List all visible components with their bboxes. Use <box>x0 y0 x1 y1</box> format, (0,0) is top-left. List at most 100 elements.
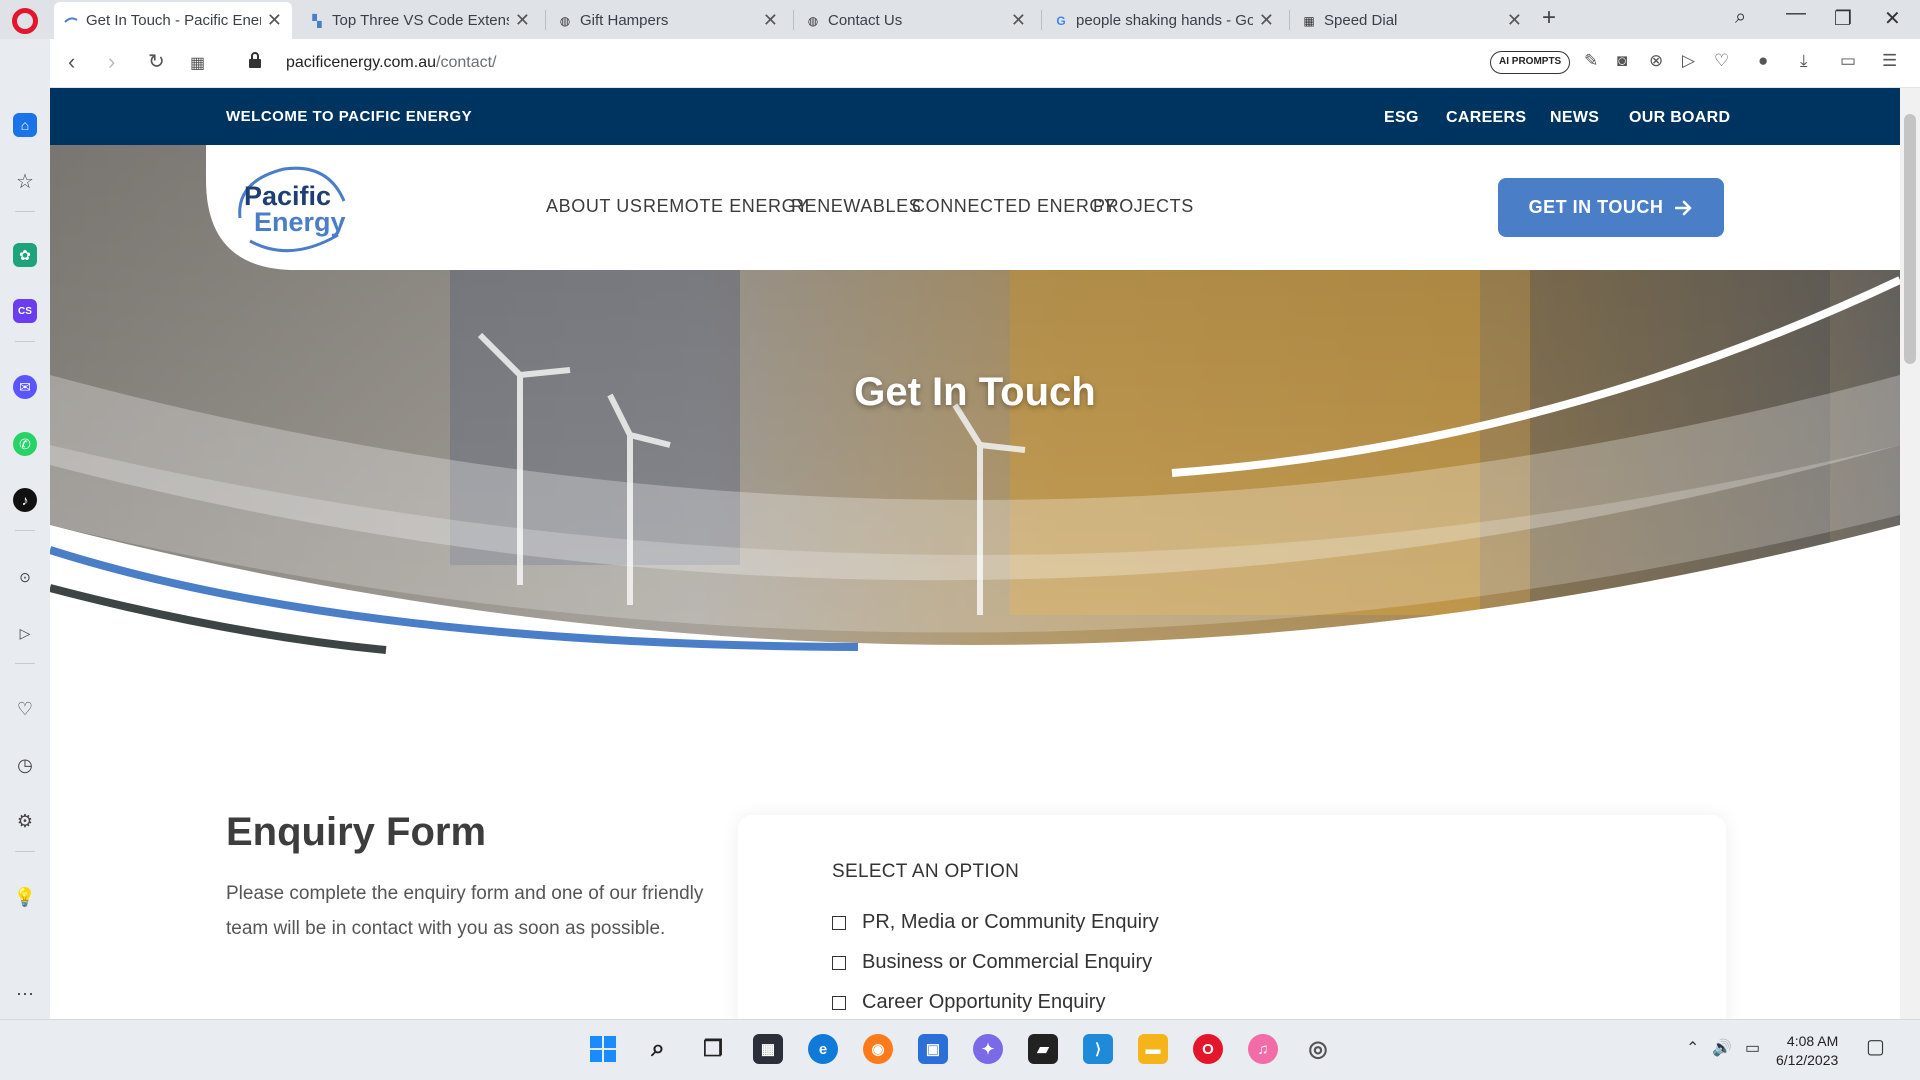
chatgpt-icon[interactable]: ✿ <box>13 243 37 267</box>
whatsapp-icon[interactable]: ✆ <box>13 432 37 456</box>
home-icon[interactable]: ⌂ <box>13 113 37 137</box>
itunes-icon[interactable]: ♫ <box>1248 1034 1278 1064</box>
battery-icon[interactable]: ▭ <box>1745 1038 1760 1058</box>
pacific-energy-logo[interactable]: Pacific Energy <box>232 163 352 255</box>
close-tab-icon[interactable]: ✕ <box>267 10 282 31</box>
history-clock-icon[interactable]: ◷ <box>13 753 37 777</box>
chevron-up-icon[interactable]: ⌃ <box>1686 1038 1699 1058</box>
forward-icon[interactable]: › <box>108 49 115 75</box>
tab-title: Speed Dial <box>1324 12 1398 29</box>
app-icon[interactable]: ◎ <box>1303 1034 1333 1064</box>
restore-window-icon[interactable]: ❐ <box>1834 6 1852 31</box>
heart-icon[interactable]: ♡ <box>13 697 37 721</box>
tab-contact-us[interactable]: ◍ Contact Us ✕ <box>796 2 1036 39</box>
more-dots-icon[interactable]: ⋯ <box>13 982 37 1006</box>
camera-icon[interactable]: ◙ <box>1617 51 1627 71</box>
option-pr-media[interactable]: PR, Media or Community Enquiry <box>832 911 1159 934</box>
globe-icon: ◍ <box>807 13 819 28</box>
new-tab-plus-icon[interactable]: + <box>1542 4 1556 32</box>
opera-taskbar-icon[interactable]: O <box>1193 1034 1223 1064</box>
checkbox[interactable] <box>832 995 846 1010</box>
checkbox[interactable] <box>832 955 846 970</box>
minimize-window-icon[interactable]: — <box>1786 2 1806 25</box>
microsoft-store-icon[interactable]: ▣ <box>918 1034 948 1064</box>
download-icon[interactable]: ⤓ <box>1800 51 1808 71</box>
widgets-icon[interactable]: ▦ <box>753 1034 783 1064</box>
bookmarks-star-icon[interactable]: ☆ <box>13 169 37 193</box>
reload-icon[interactable]: ↻ <box>148 49 165 74</box>
tab-vs-code-extensions[interactable]: ▚ Top Three VS Code Extensions ✕ <box>300 2 540 39</box>
tab-get-in-touch[interactable]: Get In Touch - Pacific Energy ✕ <box>54 2 292 39</box>
address-bar-row: ‹ › ↻ ▦ pacificenergy.com.au/contact/ AI… <box>50 39 1920 88</box>
tab-speed-dial[interactable]: ▦ Speed Dial ✕ <box>1292 2 1532 39</box>
checkbox[interactable] <box>832 915 846 930</box>
heart-icon[interactable]: ♡ <box>1714 51 1729 71</box>
edge-icon[interactable]: e <box>808 1034 838 1064</box>
player-icon[interactable]: ⊙ <box>13 565 37 589</box>
send-arrow-icon[interactable]: ▷ <box>13 621 37 645</box>
menu-renewables[interactable]: RENEWABLES <box>791 196 921 217</box>
enquiry-heading: Enquiry Form <box>226 810 487 854</box>
hero-title: Get In Touch <box>854 370 1096 414</box>
option-business[interactable]: Business or Commercial Enquiry <box>832 951 1152 974</box>
ai-prompts-button[interactable]: AI PROMPTS <box>1490 51 1571 74</box>
enquiry-description: Please complete the enquiry form and one… <box>226 883 704 939</box>
tiktok-icon[interactable]: ♪ <box>13 488 37 512</box>
tab-divider <box>545 10 546 30</box>
chatsonic-icon[interactable]: CS <box>13 299 37 323</box>
top-link-esg[interactable]: ESG <box>1384 109 1419 127</box>
top-link-our-board[interactable]: OUR BOARD <box>1629 109 1730 127</box>
menu-about-us[interactable]: ABOUT US <box>546 196 643 217</box>
vscode-icon[interactable]: ⟩ <box>1083 1034 1113 1064</box>
sidebar-divider <box>15 663 35 664</box>
close-tab-icon[interactable]: ✕ <box>515 10 530 31</box>
menu-projects[interactable]: PROJECTS <box>1093 196 1194 217</box>
globe-icon: ◍ <box>559 13 571 28</box>
close-tab-icon[interactable]: ✕ <box>1259 10 1274 31</box>
top-link-careers[interactable]: CAREERS <box>1446 109 1526 127</box>
close-window-icon[interactable]: ✕ <box>1884 6 1901 31</box>
sticky-notes-icon[interactable]: ▰ <box>1028 1034 1058 1064</box>
send-icon[interactable]: ▷ <box>1682 51 1695 71</box>
battery-saver-icon[interactable]: ▭ <box>1840 51 1856 71</box>
option-career[interactable]: Career Opportunity Enquiry <box>832 991 1105 1014</box>
scrollbar-thumb[interactable] <box>1904 114 1916 364</box>
profile-icon[interactable]: ● <box>1758 51 1768 71</box>
page-scrollbar[interactable] <box>1900 88 1920 1019</box>
settings-gear-icon[interactable]: ⚙ <box>13 809 37 833</box>
easy-setup-icon[interactable]: ☰ <box>1882 51 1897 71</box>
opera-logo-icon[interactable] <box>12 8 38 34</box>
task-view-icon[interactable]: ❐ <box>698 1034 728 1064</box>
adblock-icon[interactable]: ⊗ <box>1649 51 1663 71</box>
lightbulb-icon[interactable]: 💡 <box>13 885 37 909</box>
opera-sidebar: ⌂ ☆ ✿ CS ✉ ✆ ♪ ⊙ ▷ ♡ ◷ ⚙ 💡 ⋯ <box>0 39 50 1019</box>
menu-connected-energy[interactable]: CONNECTED ENERGY <box>912 196 1117 217</box>
tab-google-search[interactable]: G people shaking hands - Google ✕ <box>1044 2 1284 39</box>
top-link-news[interactable]: NEWS <box>1550 109 1599 127</box>
google-icon: G <box>1056 13 1066 28</box>
search-icon[interactable]: ⌕ <box>643 1034 673 1064</box>
close-tab-icon[interactable]: ✕ <box>763 10 778 31</box>
get-in-touch-button[interactable]: GET IN TOUCH <box>1498 178 1724 237</box>
close-tab-icon[interactable]: ✕ <box>1011 10 1026 31</box>
tab-title: Top Three VS Code Extensions <box>332 12 509 29</box>
close-tab-icon[interactable]: ✕ <box>1507 10 1522 31</box>
edit-icon[interactable]: ✎ <box>1584 51 1598 71</box>
lock-icon[interactable] <box>248 52 262 69</box>
logo-text-energy: Energy <box>254 207 346 237</box>
menu-remote-energy[interactable]: REMOTE ENERGY <box>643 196 809 217</box>
tab-search-icon[interactable]: ⌕ <box>1735 6 1746 29</box>
file-explorer-icon[interactable]: ▬ <box>1138 1034 1168 1064</box>
firefox-icon[interactable]: ◉ <box>863 1034 893 1064</box>
windows-start-icon[interactable] <box>588 1034 618 1064</box>
tab-gift-hampers[interactable]: ◍ Gift Hampers ✕ <box>548 2 788 39</box>
url-field[interactable]: pacificenergy.com.au/contact/ <box>286 54 496 72</box>
messenger-icon[interactable]: ✉ <box>13 375 37 399</box>
notifications-icon[interactable]: ▢ <box>1866 1034 1885 1059</box>
volume-icon[interactable]: 🔊 <box>1712 1038 1732 1058</box>
system-clock[interactable]: 4:08 AM 6/12/2023 <box>1776 1032 1838 1070</box>
tab-grid-icon[interactable]: ▦ <box>190 53 205 73</box>
back-icon[interactable]: ‹ <box>68 49 75 75</box>
welcome-text: WELCOME TO PACIFIC ENERGY <box>226 108 473 125</box>
copilot-icon[interactable]: ✦ <box>973 1034 1003 1064</box>
